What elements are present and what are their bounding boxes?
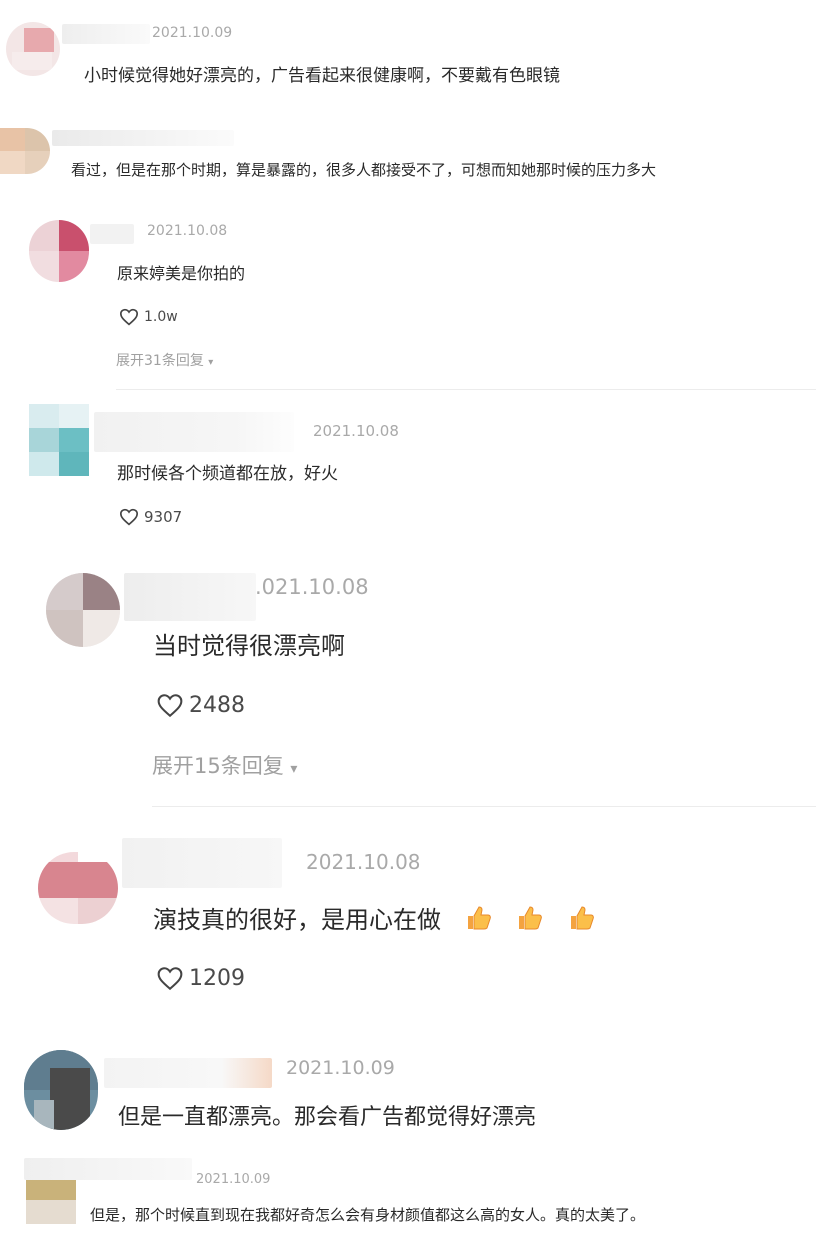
avatar[interactable] — [29, 220, 89, 282]
comment-1: 2021.10.09 小时候觉得她好漂亮的，广告看起来很健康啊，不要戴有色眼镜 — [0, 0, 816, 110]
comment-text: 但是一直都漂亮。那会看广告都觉得好漂亮 — [118, 1105, 537, 1130]
username-blurred[interactable] — [122, 838, 282, 888]
expand-replies[interactable]: 展开15条回复 ▾ — [152, 750, 297, 780]
heart-outline-icon — [157, 967, 183, 991]
username-blurred[interactable] — [104, 1058, 272, 1088]
expand-replies[interactable]: 展开31条回复 ▾ — [116, 350, 213, 370]
like-count: 2488 — [189, 693, 245, 718]
username-blurred[interactable] — [24, 1158, 192, 1180]
comment-4: 2021.10.08 那时候各个频道都在放，好火 9307 — [0, 392, 816, 552]
like-count: 9307 — [144, 508, 183, 526]
username-blurred[interactable] — [90, 224, 134, 244]
comment-7: 2021.10.09 但是一直都漂亮。那会看广告都觉得好漂亮 — [0, 1040, 816, 1140]
divider — [152, 806, 816, 807]
comment-text: 但是，那个时候直到现在我都好奇怎么会有身材颜值都这么高的女人。真的太美了。 — [90, 1206, 646, 1224]
avatar[interactable] — [0, 128, 50, 174]
comment-5: .021.10.08 当时觉得很漂亮啊 2488 展开15条回复 ▾ — [0, 555, 816, 805]
comment-date: 2021.10.09 — [152, 25, 233, 41]
username-blurred[interactable] — [124, 573, 256, 621]
avatar[interactable] — [26, 1176, 76, 1224]
avatar[interactable] — [6, 22, 60, 76]
chevron-down-icon: ▾ — [208, 357, 214, 368]
thumbs-up-emoji-icon — [516, 905, 544, 937]
comment-date: 2021.10.09 — [286, 1057, 395, 1079]
comment-text: 那时候各个频道都在放，好火 — [117, 464, 338, 484]
comment-2: 看过，但是在那个时期，算是暴露的，很多人都接受不了，可想而知她那时候的压力多大 — [0, 110, 816, 200]
comment-text: 看过，但是在那个时期，算是暴露的，很多人都接受不了，可想而知她那时候的压力多大 — [71, 161, 657, 179]
divider — [116, 389, 816, 390]
comment-date: .021.10.08 — [255, 575, 369, 599]
thumbs-up-emoji-icon — [568, 905, 596, 937]
expand-label: 展开15条回复 — [152, 754, 284, 778]
expand-label: 展开31条回复 — [116, 353, 204, 369]
comment-3: 2021.10.08 原来婷美是你拍的 1.0w 展开31条回复 ▾ — [0, 200, 816, 390]
chevron-down-icon: ▾ — [290, 761, 298, 777]
username-blurred[interactable] — [52, 130, 234, 146]
thumbs-up-emoji-icon — [465, 905, 493, 937]
like-button[interactable]: 1209 — [156, 966, 245, 991]
comment-6: 2021.10.08 演技真的很好，是用心在做 1209 — [0, 808, 816, 1028]
avatar[interactable] — [38, 852, 118, 924]
comment-date: 2021.10.09 — [196, 1172, 271, 1187]
comment-date: 2021.10.08 — [147, 223, 228, 239]
like-button[interactable]: 9307 — [119, 508, 182, 526]
avatar[interactable] — [46, 573, 120, 647]
comment-text-body: 演技真的很好，是用心在做 — [153, 906, 441, 934]
comment-date: 2021.10.08 — [306, 850, 421, 874]
username-blurred[interactable] — [62, 24, 150, 44]
like-button[interactable]: 2488 — [156, 693, 245, 718]
heart-outline-icon — [157, 694, 183, 718]
comment-text: 小时候觉得她好漂亮的，广告看起来很健康啊，不要戴有色眼镜 — [84, 66, 560, 86]
comment-text: 原来婷美是你拍的 — [117, 264, 246, 283]
comment-text: 当时觉得很漂亮啊 — [153, 632, 345, 660]
avatar[interactable] — [29, 404, 89, 476]
comment-date: 2021.10.08 — [313, 422, 399, 440]
like-count: 1.0w — [144, 309, 178, 325]
avatar[interactable] — [24, 1050, 98, 1130]
heart-outline-icon — [119, 508, 139, 526]
like-button[interactable]: 1.0w — [119, 308, 178, 326]
comment-text: 演技真的很好，是用心在做 — [153, 900, 596, 937]
username-blurred[interactable] — [94, 412, 294, 452]
heart-outline-icon — [119, 308, 139, 326]
like-count: 1209 — [189, 966, 245, 991]
comment-8: 2021.10.09 但是，那个时候直到现在我都好奇怎么会有身材颜值都这么高的女… — [0, 1150, 816, 1246]
